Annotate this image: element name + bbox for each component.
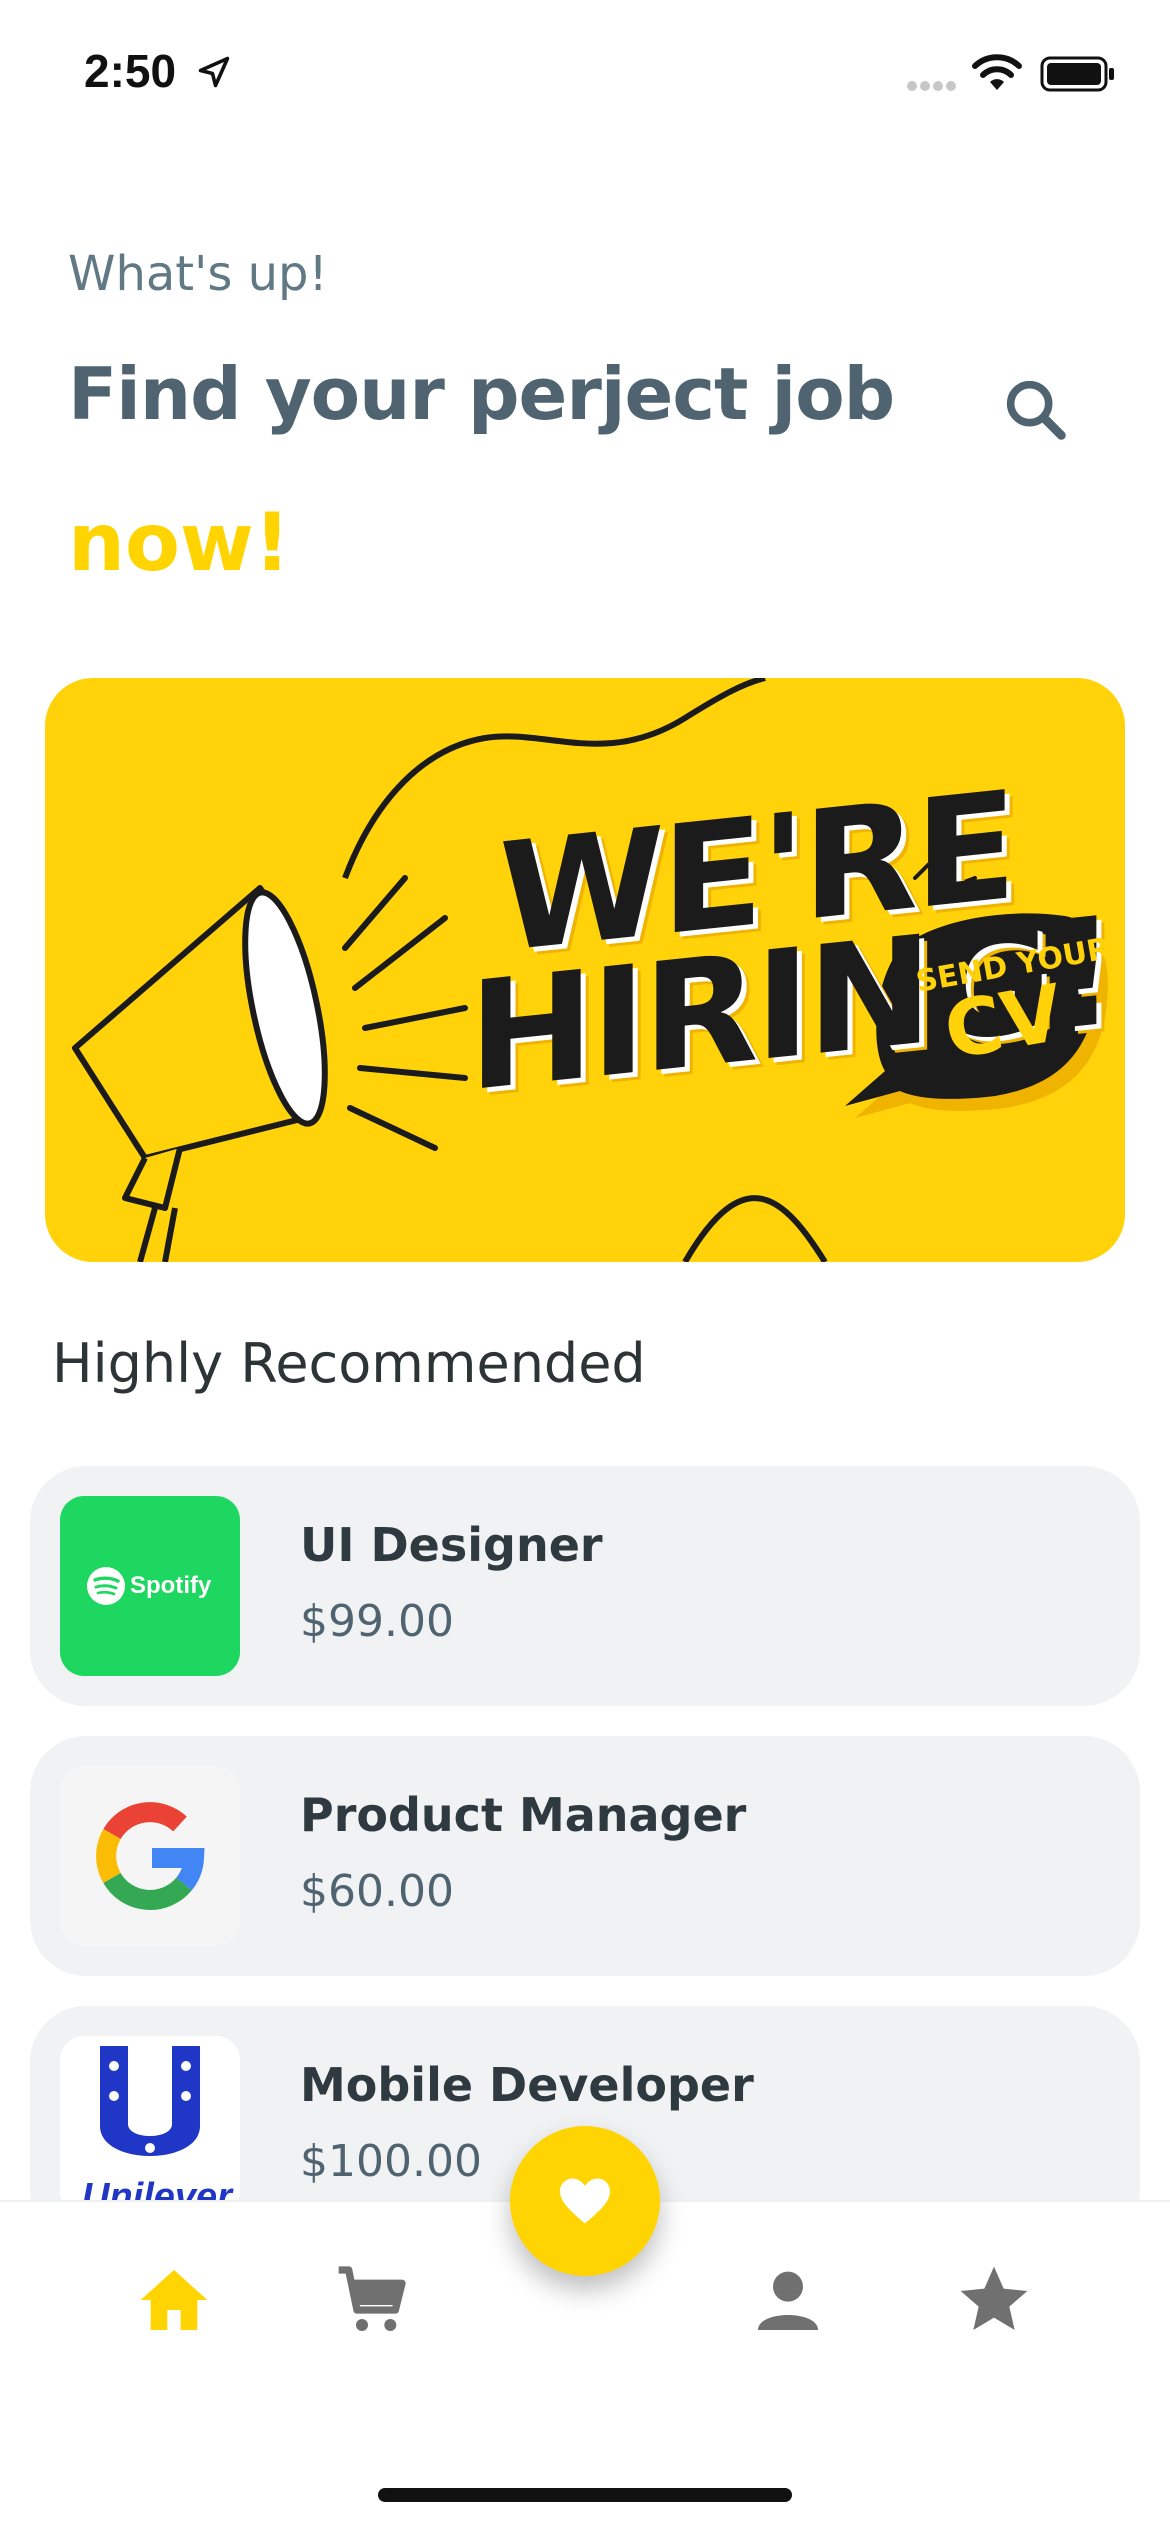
star-icon[interactable] xyxy=(954,2260,1034,2340)
hiring-banner[interactable]: WE'RE HIRING! SEND YOUR CV xyxy=(45,678,1125,1262)
status-bar: 2:50 xyxy=(0,0,1170,140)
battery-icon xyxy=(1040,56,1114,92)
unilever-logo: Unilever xyxy=(60,2036,240,2216)
section-title: Highly Recommended xyxy=(52,1332,646,1395)
spotify-wordmark: Spotify xyxy=(130,1572,212,1599)
cart-icon[interactable] xyxy=(332,2260,412,2340)
home-indicator xyxy=(378,2488,792,2502)
wifi-icon xyxy=(972,54,1022,90)
signal-dots-icon xyxy=(907,81,956,91)
job-price: $99.00 xyxy=(300,1596,454,1647)
google-logo xyxy=(60,1766,240,1946)
job-title: UI Designer xyxy=(300,1518,603,1572)
job-title: Mobile Developer xyxy=(300,2058,754,2112)
status-time: 2:50 xyxy=(84,45,177,97)
job-title: Product Manager xyxy=(300,1788,747,1842)
home-icon[interactable] xyxy=(134,2260,214,2340)
search-icon[interactable] xyxy=(998,372,1074,448)
heart-icon xyxy=(560,2178,610,2224)
page-title: Find your perject job xyxy=(68,352,895,436)
job-card[interactable]: Product Manager $60.00 xyxy=(30,1736,1140,1976)
job-price: $60.00 xyxy=(300,1866,454,1917)
person-icon[interactable] xyxy=(748,2260,828,2340)
page-title-accent: now! xyxy=(68,496,291,589)
location-arrow-icon xyxy=(198,56,230,88)
favorites-fab[interactable] xyxy=(510,2126,660,2276)
spotify-logo: Spotify xyxy=(60,1496,240,1676)
job-card[interactable]: Spotify UI Designer $99.00 xyxy=(30,1466,1140,1706)
job-price: $100.00 xyxy=(300,2136,482,2187)
greeting-text: What's up! xyxy=(68,246,328,302)
